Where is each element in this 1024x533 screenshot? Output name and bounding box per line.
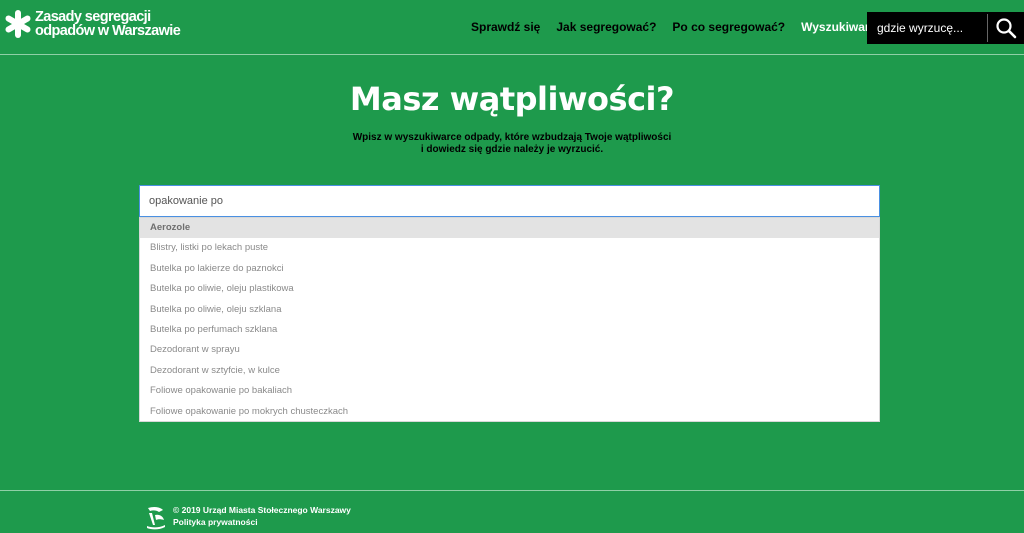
- site-title: Zasady segregacji odpadów w Warszawie: [35, 9, 181, 39]
- suggestion-item[interactable]: Butelka po perfumach szklana: [140, 320, 879, 340]
- suggestion-item[interactable]: Butelka po oliwie, oleju plastikowa: [140, 279, 879, 299]
- header-search-input[interactable]: [867, 12, 987, 44]
- site-title-line2: odpadów w Warszawie: [35, 23, 181, 39]
- asterisk-icon: [5, 10, 31, 38]
- nav-sprawdz-sie[interactable]: Sprawdź się: [471, 20, 540, 34]
- suggestion-dropdown: Aerozole Blistry, listki po lekach puste…: [139, 217, 880, 422]
- page-subtitle: Wpisz w wyszukiwarce odpady, które wzbud…: [0, 132, 1024, 156]
- suggestion-item[interactable]: Foliowe opakowanie po bakaliach: [140, 381, 879, 401]
- warsaw-eco-logo: [147, 506, 165, 530]
- search-icon: [996, 18, 1017, 39]
- main-nav: Sprawdź się Jak segregować? Po co segreg…: [471, 20, 899, 34]
- nav-jak-segregowac[interactable]: Jak segregować?: [556, 20, 656, 34]
- suggestion-item[interactable]: Blistry, listki po lekach puste: [140, 238, 879, 258]
- suggestion-item[interactable]: Aerozole: [140, 218, 879, 239]
- footer-copyright: © 2019 Urząd Miasta Stołecznego Warszawy: [173, 505, 351, 515]
- nav-po-co-segregowac[interactable]: Po co segregować?: [672, 20, 785, 34]
- footer-divider: [0, 490, 1024, 491]
- suggestion-item[interactable]: Foliowe opakowanie po mokrych chusteczka…: [140, 402, 879, 421]
- suggestion-item[interactable]: Butelka po lakierze do paznokci: [140, 259, 879, 279]
- top-bar: Zasady segregacji odpadów w Warszawie Sp…: [0, 0, 1024, 55]
- site-title-line1: Zasady segregacji: [35, 9, 151, 25]
- site-logo[interactable]: Zasady segregacji odpadów w Warszawie: [4, 9, 181, 39]
- suggestion-item[interactable]: Dezodorant w sztyfcie, w kulce: [140, 361, 879, 381]
- suggestion-item[interactable]: Dezodorant w sprayu: [140, 340, 879, 360]
- waste-search-box: [139, 185, 880, 217]
- privacy-policy-link[interactable]: Polityka prywatności: [173, 517, 258, 527]
- page-subtitle-line1: Wpisz w wyszukiwarce odpady, które wzbud…: [352, 132, 672, 143]
- page-title: Masz wątpliwości?: [349, 80, 675, 118]
- header-search: [867, 12, 1024, 44]
- waste-search-input[interactable]: [140, 186, 879, 216]
- suggestion-item[interactable]: Butelka po oliwie, oleju szklana: [140, 300, 879, 320]
- page-subtitle-line2: i dowiedz się gdzie należy je wyrzucić.: [420, 144, 604, 155]
- header-search-button[interactable]: [988, 12, 1024, 44]
